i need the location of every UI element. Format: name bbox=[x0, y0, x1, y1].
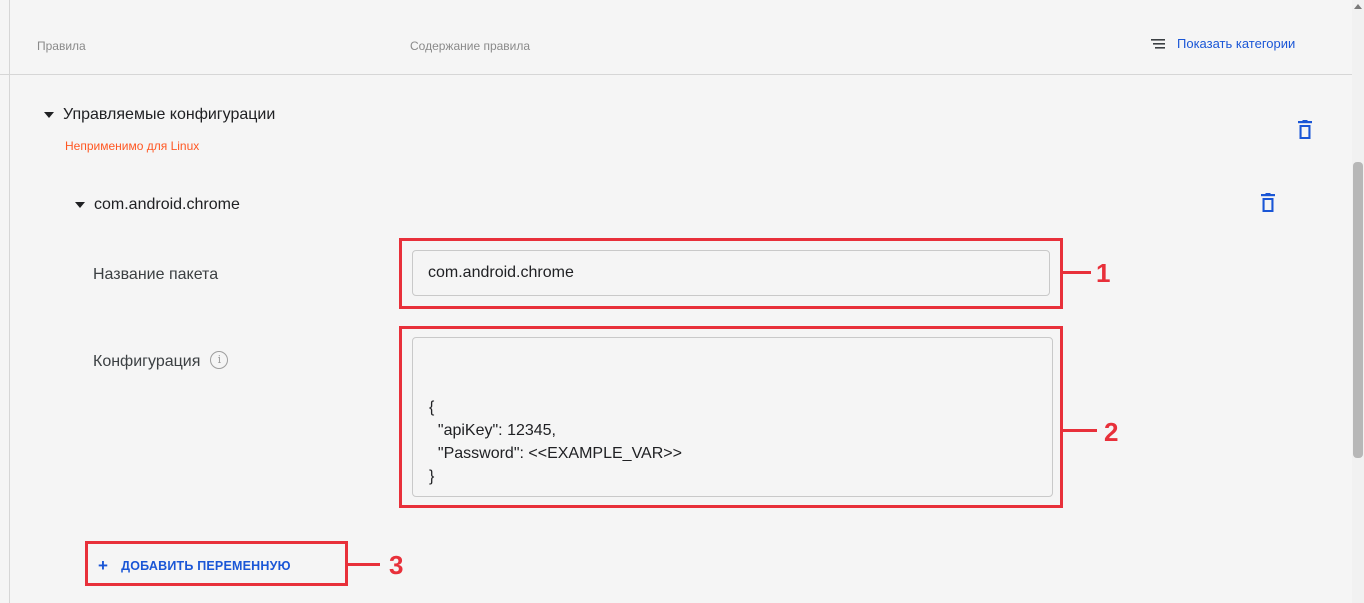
callout-box-2 bbox=[399, 326, 1063, 508]
callout-line-1 bbox=[1063, 271, 1091, 274]
callout-box-1 bbox=[399, 238, 1063, 309]
column-header-rules: Правила bbox=[37, 39, 86, 53]
callout-number-1: 1 bbox=[1096, 258, 1111, 288]
info-icon[interactable]: i bbox=[210, 351, 229, 369]
panel-border bbox=[9, 0, 10, 603]
scroll-up-arrow-icon[interactable] bbox=[1354, 4, 1362, 9]
trash-icon bbox=[1261, 193, 1275, 212]
caret-down-icon bbox=[75, 202, 85, 208]
package-name-label: Название пакета bbox=[93, 266, 219, 283]
callout-number-3: 3 bbox=[389, 550, 404, 580]
scrollbar-thumb[interactable] bbox=[1353, 162, 1363, 458]
section-title: Управляемые конфигурации bbox=[63, 106, 276, 123]
delete-section-button[interactable] bbox=[1298, 120, 1312, 140]
delete-package-button[interactable] bbox=[1261, 193, 1275, 213]
section-toggle-managed-configs[interactable]: Управляемые конфигурации bbox=[44, 106, 275, 124]
config-label: Конфигурация bbox=[93, 353, 201, 371]
callout-line-2 bbox=[1063, 429, 1097, 432]
caret-down-icon bbox=[44, 112, 54, 118]
callout-number-2: 2 bbox=[1104, 417, 1119, 447]
column-header-content: Содержание правила bbox=[410, 39, 531, 53]
show-categories-label: Показать категории bbox=[1177, 36, 1296, 51]
not-applicable-warning: Неприменимо для Linux bbox=[65, 139, 200, 153]
callout-line-3 bbox=[348, 563, 380, 566]
trash-icon bbox=[1298, 120, 1312, 139]
package-title: com.android.chrome bbox=[94, 196, 240, 213]
list-icon bbox=[1151, 38, 1165, 49]
config-label-row: Конфигурация i bbox=[93, 351, 229, 371]
rules-header: Правила Содержание правила Показать кате… bbox=[0, 0, 1352, 75]
show-categories-button[interactable]: Показать категории bbox=[1151, 36, 1295, 51]
package-toggle[interactable]: com.android.chrome bbox=[75, 196, 240, 214]
callout-box-3 bbox=[85, 541, 348, 586]
